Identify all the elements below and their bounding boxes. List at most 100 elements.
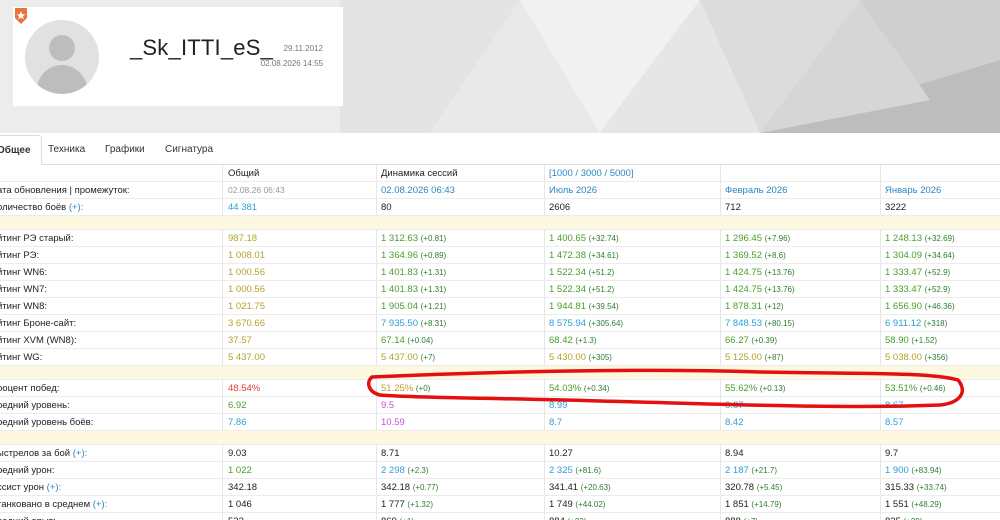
expand-plus-link[interactable]: (+): [73, 448, 88, 459]
section-spacer [0, 216, 1000, 230]
period-value: 1 851 (+14.79) [725, 496, 781, 513]
table-header-row: Общий Динамика сессий [1000 / 3000 / 500… [0, 165, 1000, 182]
profile-banner: _Sk_ITTI_eS_ 29.11.2012 02.08.2026 14:55 [0, 0, 1000, 133]
period-value: 712 [725, 199, 741, 216]
table-row: ссист урон (+): 342.18 342.18 (+0.77) 341.4… [0, 479, 1000, 496]
metric-delta: (+0.13) [759, 384, 786, 393]
metric-value: 1 905.04 [381, 301, 418, 312]
stats-table: Общий Динамика сессий [1000 / 3000 / 500… [0, 165, 1000, 520]
period-value: 8.87 [725, 397, 744, 414]
metric-delta: (+33.74) [916, 483, 947, 492]
metric-delta: (+7) [420, 353, 436, 362]
period-value: 68.42 (+1.3) [549, 332, 597, 349]
total-value: 1 046 [228, 499, 252, 510]
metric-value: 54.03% [549, 383, 582, 394]
metric-delta: (+52.9) [924, 268, 951, 277]
table-row: йтинг WN7: 1 000.56 1 401.83 (+1.31) 1 522.… [0, 281, 1000, 298]
table-row: ыстрелов за бой (+): 9.03 8.71 10.27 8.94 9.7 [0, 445, 1000, 462]
period-value: 2 298 (+2.3) [381, 462, 429, 479]
period-july[interactable]: Июль 2026 [549, 182, 597, 199]
metric-delta: (+1.31) [420, 268, 447, 277]
period-value: 54.03% (+0.34) [549, 380, 609, 397]
metric-value: 1 851 [725, 499, 749, 510]
metric-value: 1 424.75 [725, 267, 762, 278]
period-value: 1 944.81 (+39.54) [549, 298, 619, 315]
metric-value: 315.33 [885, 482, 915, 493]
header-total: Общий [228, 168, 260, 179]
metric-delta: (+48.29) [911, 500, 942, 509]
header-dynamics: Динамика сессий [381, 168, 458, 179]
period-value: 55.62% (+0.13) [725, 380, 785, 397]
period-january[interactable]: Январь 2026 [885, 182, 941, 199]
total-value: 1 000.56 [228, 284, 265, 295]
table-row: редний уровень: 6.92 9.5 8.99 8.87 8.67 [0, 397, 1000, 414]
row-label: танковано в среднем (+): [0, 499, 108, 510]
row-label: роцент побед: [0, 383, 60, 394]
metric-value: 6 911.12 [885, 318, 922, 329]
period-value: 8.67 [885, 397, 904, 414]
row-label: йтинг WG: [0, 352, 43, 363]
row-label: ата обновления | промежуток: [0, 185, 130, 196]
row-label: йтинг XVM (WN8): [0, 335, 77, 346]
registration-date: 29.11.2012 [283, 44, 323, 53]
metric-value: 66.27 [725, 335, 749, 346]
row-label: йтинг РЭ: [0, 250, 40, 261]
tab-vehicles[interactable]: Техника [38, 135, 95, 165]
metric-value: 68.42 [549, 335, 573, 346]
expand-plus-link[interactable]: (+): [47, 482, 62, 493]
total-value: 7.86 [228, 417, 247, 428]
metric-value: 1 472.38 [549, 250, 586, 261]
period-value: 1 472.38 (+34.61) [549, 247, 619, 264]
period-value: 888 (+7) [725, 513, 758, 520]
metric-delta: (+1.3) [575, 336, 597, 345]
metric-delta: (+87) [764, 353, 784, 362]
metric-value: 7 935.50 [381, 318, 418, 329]
period-value: 320.78 (+5.45) [725, 479, 782, 496]
table-row: роцент побед: 48.54% 51.25% (+0) 54.03% (+0… [0, 380, 1000, 397]
clan-badge-icon [15, 8, 27, 24]
metric-value: 5 430.00 [549, 352, 586, 363]
metric-delta: (+0.89) [420, 251, 447, 260]
metric-value: 884 [549, 516, 565, 520]
period-value: 1 522.34 (+51.2) [549, 264, 614, 281]
period-value: 2606 [549, 199, 570, 216]
period-value: 835 (+29) [885, 513, 922, 520]
total-value: 987.18 [228, 233, 258, 244]
metric-value: 55.62% [725, 383, 758, 394]
tab-charts[interactable]: Графики [95, 135, 155, 165]
metric-value: 2 298 [381, 465, 405, 476]
update-dynamics[interactable]: 02.08.2026 06:43 [381, 182, 455, 199]
metric-delta: (+356) [924, 353, 948, 362]
period-value: 1 424.75 (+13.76) [725, 281, 795, 298]
expand-plus-link[interactable]: (+): [69, 202, 84, 213]
period-value: 8.94 [725, 445, 744, 462]
header-periods-link[interactable]: [1000 / 3000 / 5000] [549, 165, 634, 182]
metric-delta: (+1.52) [911, 336, 937, 345]
metric-delta: (+305) [588, 353, 612, 362]
metric-delta: (+34.64) [924, 251, 955, 260]
tab-signature[interactable]: Сигнатура [155, 135, 223, 165]
period-value: 2 325 (+81.6) [549, 462, 601, 479]
metric-value: 8.7 [549, 417, 563, 428]
metric-value: 2606 [549, 202, 571, 213]
metric-value: 9.5 [381, 400, 395, 411]
period-february[interactable]: Февраль 2026 [725, 182, 787, 199]
metric-delta: (+80.15) [764, 319, 795, 328]
metric-value: 835 [885, 516, 901, 520]
period-value: 1 905.04 (+1.21) [381, 298, 446, 315]
expand-plus-link[interactable]: (+): [93, 499, 108, 510]
period-value: 1 400.65 (+32.74) [549, 230, 619, 247]
metric-value: 1 878.31 [725, 301, 762, 312]
metric-delta: (+0.77) [412, 483, 439, 492]
metric-delta: (+7.96) [764, 234, 791, 243]
row-label: йтинг WN8: [0, 301, 48, 312]
metric-value: 8.99 [549, 400, 568, 411]
metric-value: 1 401.83 [381, 267, 418, 278]
metric-delta: (+21.7) [751, 466, 777, 475]
period-value: 1 333.47 (+52.9) [885, 264, 950, 281]
tab-general[interactable]: Общее [0, 135, 42, 165]
metric-value: 1 401.83 [381, 284, 418, 295]
metric-value: 1 333.47 [885, 267, 922, 278]
row-label: йтинг WN7: [0, 284, 48, 295]
period-value: 341.41 (+20.63) [549, 479, 611, 496]
